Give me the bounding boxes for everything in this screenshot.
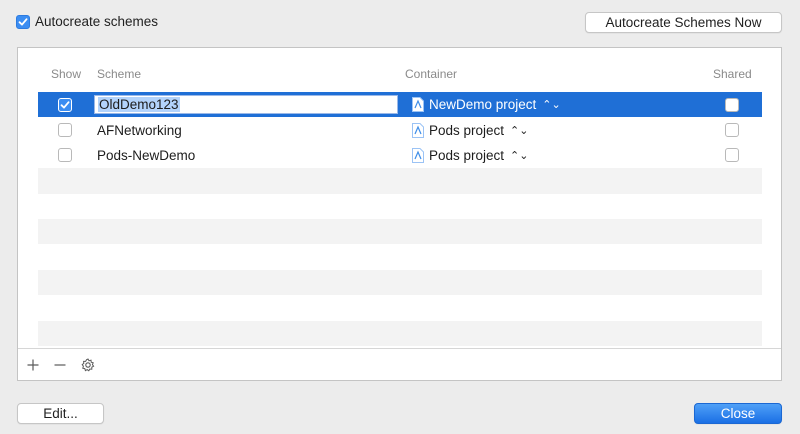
schemes-panel: Show Scheme Container Shared OldDemo123 … — [17, 47, 782, 381]
schemes-table: OldDemo123 NewDemo project ⌃⌄ AFNetworki… — [38, 92, 762, 348]
shared-checkbox[interactable] — [725, 123, 739, 138]
gear-icon[interactable] — [80, 357, 96, 373]
popup-arrows-icon: ⌃⌄ — [510, 149, 529, 162]
column-header-container[interactable]: Container — [405, 67, 457, 81]
container-popup[interactable]: Pods project ⌃⌄ — [412, 117, 528, 142]
table-row[interactable]: Pods-NewDemo Pods project ⌃⌄ — [38, 143, 762, 168]
checkbox-checked-icon[interactable] — [16, 14, 30, 29]
column-header-scheme[interactable]: Scheme — [97, 67, 141, 81]
show-checkbox[interactable] — [58, 97, 72, 112]
column-header-show[interactable]: Show — [51, 67, 81, 81]
autocreate-schemes-now-button[interactable]: Autocreate Schemes Now — [585, 12, 782, 33]
shared-checkbox[interactable] — [725, 148, 739, 163]
autocreate-schemes-label: Autocreate schemes — [35, 14, 159, 29]
popup-arrows-icon: ⌃⌄ — [510, 124, 529, 137]
scheme-name-text[interactable]: AFNetworking — [97, 117, 182, 142]
empty-row — [38, 244, 762, 269]
shared-checkbox[interactable] — [725, 97, 739, 112]
empty-row — [38, 194, 762, 219]
minus-icon[interactable] — [52, 357, 68, 373]
close-button[interactable]: Close — [694, 403, 782, 424]
container-popup[interactable]: Pods project ⌃⌄ — [412, 143, 528, 168]
empty-row — [38, 320, 762, 346]
empty-row — [38, 295, 762, 320]
scheme-name-text: OldDemo123 — [98, 97, 180, 112]
project-file-icon — [412, 97, 424, 113]
empty-row — [38, 168, 762, 194]
scheme-name-field[interactable]: OldDemo123 — [94, 95, 398, 114]
edit-button[interactable]: Edit... — [17, 403, 104, 424]
column-header-shared[interactable]: Shared — [713, 67, 752, 81]
autocreate-schemes-checkbox[interactable]: Autocreate schemes — [16, 14, 158, 29]
container-popup[interactable]: NewDemo project ⌃⌄ — [412, 92, 561, 117]
container-label: NewDemo project — [429, 97, 537, 113]
empty-row — [38, 218, 762, 245]
plus-icon[interactable] — [25, 357, 41, 373]
table-row[interactable]: OldDemo123 NewDemo project ⌃⌄ — [38, 92, 762, 118]
show-checkbox[interactable] — [58, 123, 72, 138]
project-file-icon — [412, 147, 424, 163]
container-label: Pods project — [429, 122, 505, 138]
table-header: Show Scheme Container Shared — [18, 67, 781, 83]
table-toolbar — [18, 348, 781, 381]
scheme-name-text[interactable]: Pods-NewDemo — [97, 143, 195, 168]
top-bar: Autocreate schemes Autocreate Schemes No… — [0, 0, 800, 44]
table-row[interactable]: AFNetworking Pods project ⌃⌄ — [38, 117, 762, 142]
popup-arrows-icon: ⌃⌄ — [542, 99, 561, 112]
container-label: Pods project — [429, 147, 505, 163]
empty-row — [38, 269, 762, 296]
project-file-icon — [412, 122, 424, 138]
show-checkbox[interactable] — [58, 148, 72, 163]
